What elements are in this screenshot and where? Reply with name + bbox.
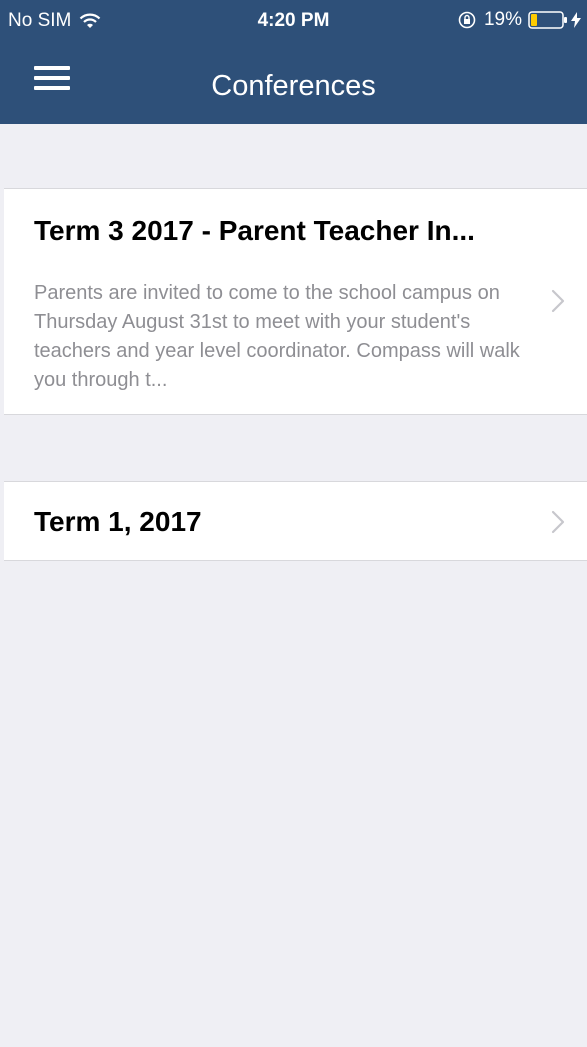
page-title: Conferences <box>211 70 376 102</box>
battery-icon <box>528 11 567 29</box>
conference-description: Parents are invited to come to the schoo… <box>34 282 520 391</box>
chevron-right-icon <box>551 510 565 534</box>
charging-icon <box>571 12 581 28</box>
status-bar: No SIM 4:20 PM 19% <box>0 0 587 40</box>
orientation-lock-icon <box>458 11 476 29</box>
conferences-screen: No SIM 4:20 PM 19% Conferences Term 3 20… <box>0 0 587 1047</box>
conference-list-item[interactable]: Term 1, 2017 <box>4 481 587 561</box>
conference-list-item[interactable]: Term 3 2017 - Parent Teacher In... Paren… <box>4 188 587 415</box>
battery-percent: 19% <box>483 9 522 30</box>
top-bar: No SIM 4:20 PM 19% Conferences <box>0 0 587 124</box>
conference-title: Term 1, 2017 <box>34 506 202 537</box>
status-right: 19% <box>458 9 581 31</box>
conference-title: Term 3 2017 - Parent Teacher In... <box>34 215 475 246</box>
chevron-right-icon <box>551 289 565 313</box>
